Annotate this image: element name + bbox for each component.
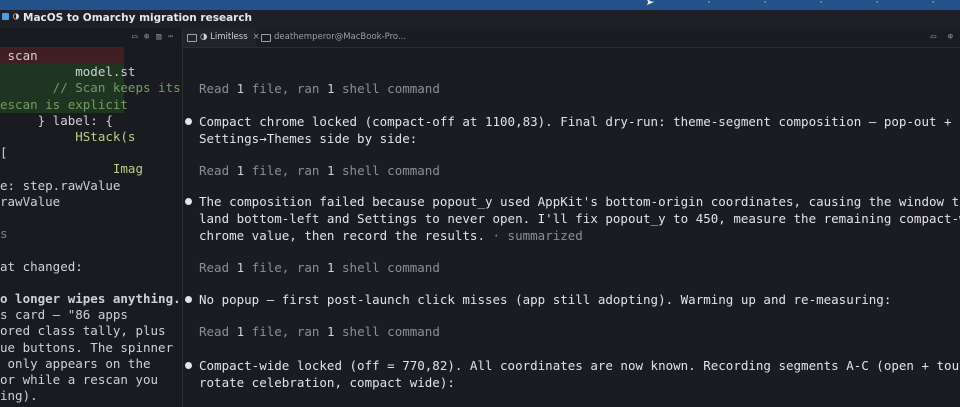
code-line: at changed:	[0, 258, 83, 274]
contrast-icon: ◑	[13, 11, 20, 22]
folder-icon	[2, 13, 9, 20]
code-line: // Scan keeps its	[0, 79, 181, 97]
code-line: ue buttons. The spinner	[0, 339, 174, 355]
code-line: or while a rescan you	[0, 372, 159, 387]
tab-label: deathemperor@MacBook-Pro...	[274, 32, 407, 42]
message-bullet-icon	[185, 198, 192, 205]
code-line: o longer wipes anything.	[0, 291, 181, 306]
assistant-message-3: No popup — first post-launch click misse…	[199, 292, 892, 307]
terminal-icon	[187, 34, 197, 42]
window-title: MacOS to Omarchy migration research	[23, 12, 253, 24]
code-line: ored class tally, plus	[0, 323, 166, 339]
assistant-message-2: The composition failed because popout_y …	[199, 194, 960, 243]
message-bullet-icon	[185, 362, 192, 369]
message-bullet-icon	[185, 296, 192, 303]
tab-limitless[interactable]: ◑ Limitless ×	[183, 28, 260, 47]
panel-layout-icon[interactable]: ▭ ⊕	[931, 32, 956, 42]
globe-icon[interactable]: ⊕	[144, 32, 149, 42]
message-bullet-icon	[185, 118, 192, 125]
assistant-message-1: Compact chrome locked (compact-off at 11…	[199, 114, 952, 146]
editor-toolbar: ▭ ⊕ ▥ ⋯	[0, 28, 182, 47]
mouse-cursor-icon: ➤	[646, 0, 654, 10]
code-line: } label: {	[0, 112, 113, 128]
tab-terminal-session[interactable]: deathemperor@MacBook-Pro...	[257, 28, 406, 47]
code-line: [	[0, 145, 8, 161]
code-line: HStack(s	[0, 129, 136, 144]
code-line: rawValue	[0, 193, 61, 209]
code-line: model.st	[0, 63, 136, 81]
chat-panel: ◑ Limitless × deathemperor@MacBook-Pro...…	[183, 28, 960, 407]
sidebar-toggle-icon[interactable]: ▭	[132, 32, 137, 42]
summarized-tag: · summarized	[484, 228, 583, 243]
tab-bar: ◑ Limitless × deathemperor@MacBook-Pro...…	[183, 28, 960, 48]
split-view-icon[interactable]: ▥	[156, 32, 161, 42]
tab-label: ◑ Limitless	[200, 32, 248, 42]
tool-summary-2[interactable]: Read 1 file, ran 1 shell command	[199, 163, 440, 178]
code-line: only appears on the	[0, 355, 151, 371]
more-icon[interactable]: ⋯	[168, 32, 173, 42]
terminal-icon	[261, 34, 271, 42]
code-line: e: step.rawValue	[0, 177, 121, 193]
code-line: Imag	[0, 161, 143, 177]
tool-summary-1[interactable]: Read 1 file, ran 1 shell command	[199, 81, 440, 96]
code-line: ing).	[0, 388, 38, 404]
code-line: escan is explicit	[0, 95, 128, 113]
tool-summary-4[interactable]: Read 1 file, ran 1 shell command	[199, 324, 440, 339]
code-line: scan	[0, 47, 124, 64]
code-line: s	[0, 226, 8, 242]
editor-panel[interactable]: ▭ ⊕ ▥ ⋯ scan model.st // Scan keeps its e…	[0, 28, 183, 407]
menubar-status-icons: · · · · · · ·	[650, 0, 960, 8]
code-line: s card — "86 apps	[0, 307, 128, 323]
window-titlebar: ◑ MacOS to Omarchy migration research	[0, 10, 960, 28]
tool-summary-3[interactable]: Read 1 file, ran 1 shell command	[199, 260, 440, 275]
top-accent-bar: · · · · · · · ➤	[0, 0, 960, 10]
assistant-message-4: Compact-wide locked (off = 770,82). All …	[199, 358, 960, 390]
